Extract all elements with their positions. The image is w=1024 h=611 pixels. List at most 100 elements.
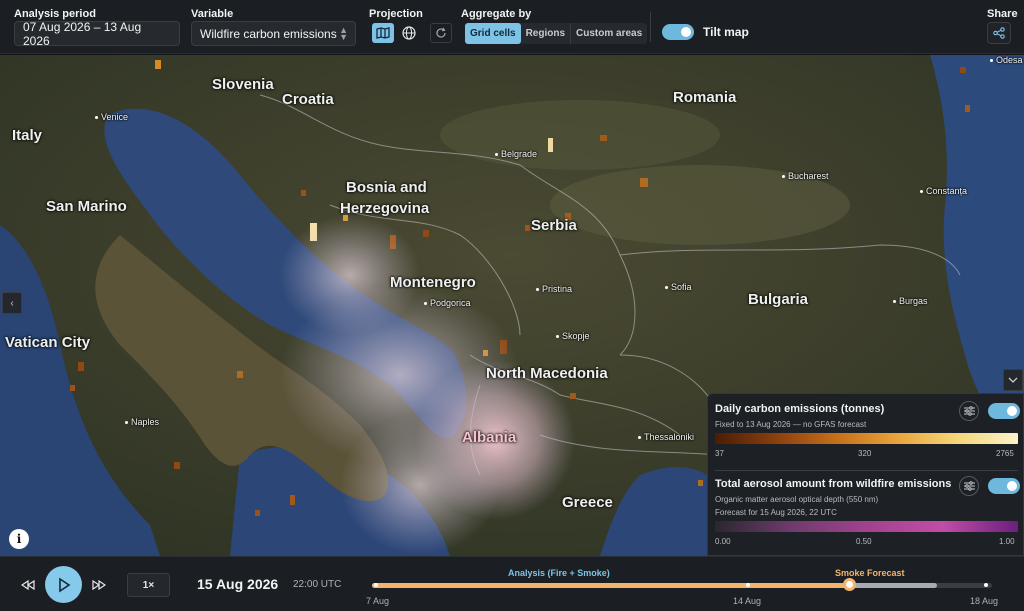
- speed-button[interactable]: 1×: [127, 573, 170, 597]
- analysis-period-label: Analysis period: [14, 8, 96, 20]
- label-slovenia: Slovenia: [212, 76, 274, 93]
- carbon-scale-max: 2765: [996, 449, 1014, 458]
- tilt-map-toggle[interactable]: [662, 24, 694, 40]
- label-romania: Romania: [673, 89, 737, 106]
- timeline-handle[interactable]: [843, 578, 856, 591]
- globe-icon: [402, 26, 416, 40]
- city-podgorica: Podgorica: [424, 298, 471, 308]
- fast-forward-icon: [92, 580, 106, 590]
- analysis-period-value: 07 Aug 2026 – 13 Aug 2026: [23, 19, 142, 48]
- label-montenegro: Montenegro: [390, 274, 476, 291]
- rewind-icon: [21, 580, 35, 590]
- collapse-left-button[interactable]: ‹: [2, 292, 22, 314]
- city-burgas: Burgas: [893, 296, 928, 306]
- aerosol-layer-toggle[interactable]: [988, 478, 1020, 494]
- label-bosnia-1: Bosnia and: [346, 179, 427, 196]
- sliders-icon: [963, 406, 975, 416]
- projection-map-button[interactable]: [372, 23, 394, 43]
- aerosol-scale-min: 0.00: [715, 537, 731, 546]
- city-bucharest: Bucharest: [782, 171, 829, 181]
- city-odesa: Odesa: [990, 55, 1023, 65]
- chevron-left-icon: ‹: [10, 297, 14, 309]
- analysis-phase-label: Analysis (Fire + Smoke): [508, 568, 610, 578]
- city-belgrade: Belgrade: [495, 149, 537, 159]
- aggregate-grid-cells[interactable]: Grid cells: [465, 23, 521, 44]
- legend-separator: [715, 470, 1018, 471]
- carbon-legend-subtitle: Fixed to 13 Aug 2026 — no GFAS forecast: [715, 420, 867, 429]
- aggregate-segmented-control: Grid cells Regions Custom areas: [465, 23, 648, 44]
- variable-value: Wildfire carbon emissions: [200, 26, 337, 41]
- info-icon: i: [16, 532, 22, 546]
- legend-panel: Daily carbon emissions (tonnes) Fixed to…: [707, 393, 1024, 556]
- label-bulgaria: Bulgaria: [748, 291, 809, 308]
- label-bosnia-2: Herzegovina: [340, 200, 430, 217]
- carbon-color-scale: [715, 433, 1018, 444]
- aggregate-custom-areas[interactable]: Custom areas: [570, 23, 647, 44]
- city-sofia: Sofia: [665, 282, 692, 292]
- reset-view-button[interactable]: [430, 23, 452, 43]
- timeline-mid-label: 14 Aug: [733, 596, 762, 606]
- aerosol-legend-subtitle1: Organic matter aerosol optical depth (55…: [715, 495, 879, 504]
- current-time: 22:00 UTC: [293, 579, 342, 590]
- info-button[interactable]: i: [9, 529, 29, 549]
- timeline-bar: 1× 15 Aug 2026 22:00 UTC Analysis (Fire …: [0, 556, 1024, 611]
- aggregate-label: Aggregate by: [461, 8, 532, 20]
- carbon-scale-mid: 320: [858, 449, 872, 458]
- aerosol-scale-mid: 0.50: [856, 537, 872, 546]
- carbon-legend-title: Daily carbon emissions (tonnes): [715, 403, 885, 415]
- city-pristina: Pristina: [536, 284, 572, 294]
- label-north-macedonia: North Macedonia: [486, 365, 608, 382]
- label-croatia: Croatia: [282, 91, 334, 108]
- tick-start: [374, 583, 378, 587]
- projection-globe-button[interactable]: [398, 23, 420, 43]
- aerosol-legend-subtitle2: Forecast for 15 Aug 2026, 22 UTC: [715, 508, 837, 517]
- pannonian-plain: [440, 100, 720, 170]
- top-toolbar: Analysis period 07 Aug 2026 – 13 Aug 202…: [0, 0, 1024, 54]
- map-icon: [376, 27, 390, 39]
- label-san-marino: San Marino: [46, 198, 127, 215]
- chevron-down-icon: [1008, 377, 1018, 383]
- timeline-progress: [372, 583, 850, 588]
- city-constanta: Constanța: [920, 186, 967, 196]
- carbon-scale-min: 37: [715, 449, 724, 458]
- select-caret-icon: ▲ ▼: [339, 25, 348, 42]
- carbon-settings-button[interactable]: [959, 401, 979, 421]
- step-forward-button[interactable]: [91, 578, 107, 592]
- aerosol-scale-max: 1.00: [999, 537, 1015, 546]
- timeline-start-label: 7 Aug: [366, 596, 390, 606]
- city-naples: Naples: [125, 417, 159, 427]
- share-icon: [993, 27, 1005, 39]
- play-icon: [58, 577, 70, 592]
- label-italy: Italy: [12, 127, 43, 144]
- current-date: 15 Aug 2026: [197, 576, 279, 592]
- projection-label: Projection: [369, 8, 423, 20]
- sliders-icon: [963, 481, 975, 491]
- aerosol-color-scale: [715, 521, 1018, 532]
- analysis-period-field[interactable]: 07 Aug 2026 – 13 Aug 2026: [14, 19, 180, 48]
- share-label: Share: [987, 8, 1018, 20]
- step-back-button[interactable]: [20, 578, 36, 592]
- label-greece: Greece: [562, 494, 613, 511]
- label-albania: Albania: [462, 429, 517, 446]
- tick-end: [984, 583, 988, 587]
- city-venice: Venice: [95, 112, 128, 122]
- aerosol-settings-button[interactable]: [959, 476, 979, 496]
- aggregate-regions[interactable]: Regions: [521, 23, 570, 44]
- variable-select[interactable]: Wildfire carbon emissions ▲ ▼: [191, 21, 356, 46]
- tilt-map-label: Tilt map: [703, 25, 749, 39]
- tick-mid: [746, 583, 750, 587]
- refresh-icon: [436, 27, 446, 38]
- play-button[interactable]: [45, 566, 82, 603]
- city-thessaloniki: Thessaloniki: [638, 432, 694, 442]
- city-skopje: Skopje: [556, 331, 590, 341]
- variable-label: Variable: [191, 8, 234, 20]
- label-vatican-city: Vatican City: [5, 334, 91, 351]
- carbon-layer-toggle[interactable]: [988, 403, 1020, 419]
- aerosol-legend-title: Total aerosol amount from wildfire emiss…: [715, 478, 952, 490]
- timeline-end-label: 18 Aug: [970, 596, 999, 606]
- label-serbia: Serbia: [531, 217, 577, 234]
- toolbar-divider: [650, 12, 651, 42]
- collapse-legend-button[interactable]: [1003, 369, 1023, 391]
- share-button[interactable]: [987, 22, 1011, 44]
- forecast-phase-label: Smoke Forecast: [835, 568, 905, 578]
